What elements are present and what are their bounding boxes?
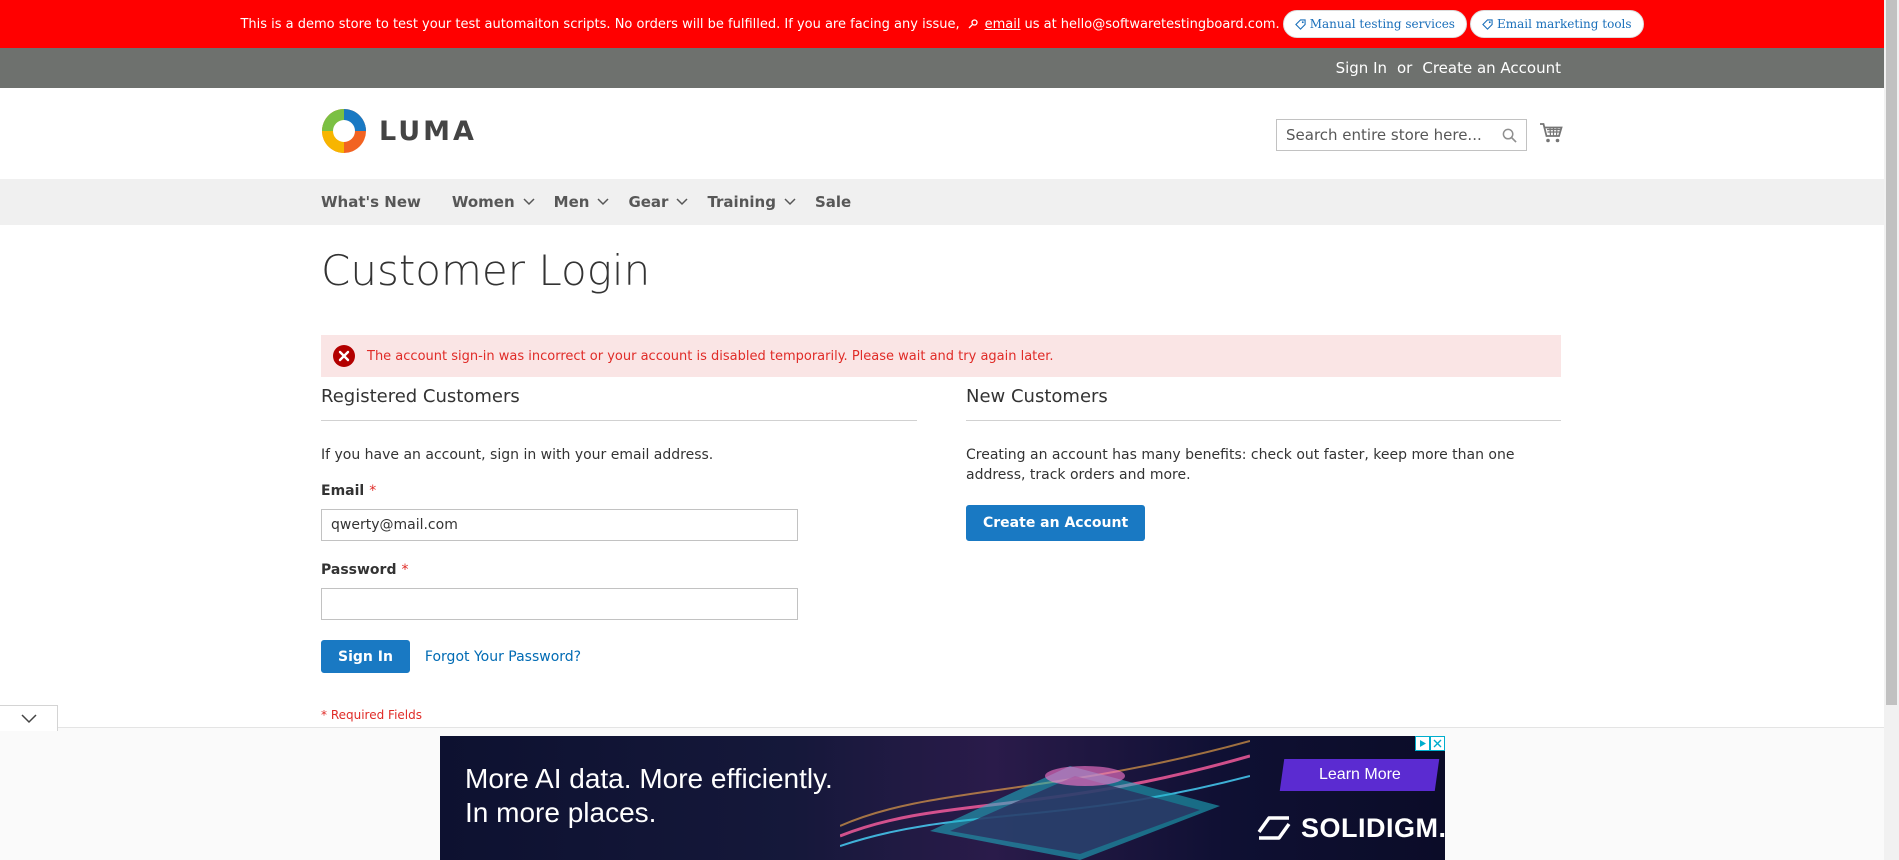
email-link[interactable]: email — [985, 17, 1021, 32]
ad-collapse-button[interactable] — [0, 705, 58, 731]
create-account-button[interactable]: Create an Account — [966, 505, 1146, 541]
registered-intro: If you have an account, sign in with you… — [321, 447, 714, 463]
ad-cta-label: Learn More — [1318, 766, 1401, 783]
email-marketing-label: Email marketing tools — [1496, 17, 1632, 31]
nav-item-women[interactable]: Women — [452, 193, 535, 211]
search-input[interactable] — [1286, 126, 1491, 144]
logo[interactable]: LUMA — [321, 108, 477, 154]
new-customers-title: New Customers — [966, 386, 1561, 421]
password-label-text: Password — [321, 562, 397, 578]
adchoices-icon[interactable] — [1415, 736, 1430, 751]
search-box — [1276, 119, 1527, 151]
nav-item-label: Women — [451, 193, 515, 211]
required-asterisk: * — [369, 483, 377, 499]
email-field-group: Email * — [321, 483, 917, 541]
manual-testing-label: Manual testing services — [1309, 17, 1455, 31]
nav-item-men[interactable]: Men — [554, 193, 610, 211]
chevron-down-icon — [20, 713, 37, 723]
page: This is a demo store to test your test a… — [0, 0, 1899, 860]
ad-headline-line1: More AI data. More efficiently. — [465, 763, 833, 794]
nav-item-label: Sale — [814, 193, 852, 211]
manual-testing-pill[interactable]: Manual testing services — [1282, 10, 1467, 38]
key-icon — [968, 19, 978, 29]
header-links: Sign In or Create an Account — [1336, 48, 1561, 88]
ad-choices[interactable] — [1415, 736, 1445, 751]
nav-item-label: What's New — [321, 193, 421, 211]
email-label: Email * — [321, 483, 917, 499]
create-account-actions: Create an Account — [966, 505, 1561, 541]
chevron-down-icon — [676, 198, 688, 206]
nav-item-sale[interactable]: Sale — [815, 193, 851, 211]
password-field-group: Password * — [321, 562, 917, 620]
tag-icon — [1482, 18, 1493, 30]
password-label: Password * — [321, 562, 917, 578]
ad-brand: SOLIDIGM. — [1255, 812, 1445, 844]
sign-in-link[interactable]: Sign In — [1336, 59, 1387, 77]
main-navigation: What's New Women Men Gear Training Sale — [0, 179, 1884, 225]
ad-headline: More AI data. More efficiently. In more … — [465, 762, 833, 830]
error-icon — [333, 345, 355, 367]
demo-banner-text: This is a demo store to test your test a… — [240, 16, 960, 32]
nav-item-label: Training — [707, 193, 776, 211]
error-message: The account sign-in was incorrect or you… — [321, 335, 1561, 377]
registered-customers-block: Registered Customers If you have an acco… — [321, 386, 917, 722]
ad-headline-line2: In more places. — [465, 797, 657, 828]
nav-item-whats-new[interactable]: What's New — [321, 193, 421, 211]
demo-store-banner: This is a demo store to test your test a… — [0, 0, 1884, 48]
required-fields-note: * Required Fields — [321, 708, 422, 722]
sign-in-button[interactable]: Sign In — [321, 640, 410, 673]
close-icon[interactable] — [1430, 736, 1445, 751]
nav-item-label: Gear — [628, 193, 669, 211]
chevron-down-icon — [597, 198, 609, 206]
new-customers-text: Creating an account has many benefits: c… — [966, 447, 1515, 483]
search-icon[interactable] — [1502, 128, 1517, 143]
ad-artwork — [840, 740, 1250, 860]
top-header: Sign In or Create an Account — [0, 48, 1884, 88]
required-asterisk: * — [401, 562, 409, 578]
header-or: or — [1397, 59, 1413, 77]
email-marketing-pill[interactable]: Email marketing tools — [1469, 10, 1644, 38]
logo-text: LUMA — [379, 115, 477, 147]
scrollbar-thumb[interactable] — [1886, 0, 1897, 705]
password-field[interactable] — [321, 588, 798, 620]
advertisement-banner[interactable]: More AI data. More efficiently. In more … — [440, 736, 1445, 860]
error-text: The account sign-in was incorrect or you… — [367, 348, 1054, 364]
demo-banner-email: us at hello@softwaretestingboard.com. — [1024, 16, 1280, 32]
create-account-link[interactable]: Create an Account — [1422, 59, 1561, 77]
new-customers-block: New Customers Creating an account has ma… — [966, 386, 1561, 541]
registered-customers-title: Registered Customers — [321, 386, 917, 421]
demo-banner-message: This is a demo store to test your test a… — [240, 17, 1279, 32]
sign-in-actions: Sign In Forgot Your Password? — [321, 640, 917, 673]
nav-items: What's New Women Men Gear Training Sale — [321, 179, 882, 225]
email-field[interactable] — [321, 509, 798, 541]
chevron-down-icon — [784, 198, 796, 206]
email-label-text: Email — [321, 483, 365, 499]
chevron-down-icon — [523, 198, 535, 206]
nav-item-label: Men — [553, 193, 590, 211]
page-title: Customer Login — [321, 246, 651, 295]
solidigm-logo-icon — [1257, 816, 1291, 840]
nav-item-training[interactable]: Training — [707, 193, 796, 211]
ad-brand-text: SOLIDIGM. — [1301, 812, 1445, 843]
forgot-password-link[interactable]: Forgot Your Password? — [425, 649, 581, 665]
luma-logo-icon — [322, 109, 366, 153]
cart-icon[interactable] — [1539, 122, 1563, 144]
ad-learn-more-button[interactable]: Learn More — [1279, 759, 1440, 791]
tag-icon — [1294, 18, 1306, 30]
page-scrollbar[interactable] — [1884, 0, 1899, 860]
nav-item-gear[interactable]: Gear — [628, 193, 688, 211]
